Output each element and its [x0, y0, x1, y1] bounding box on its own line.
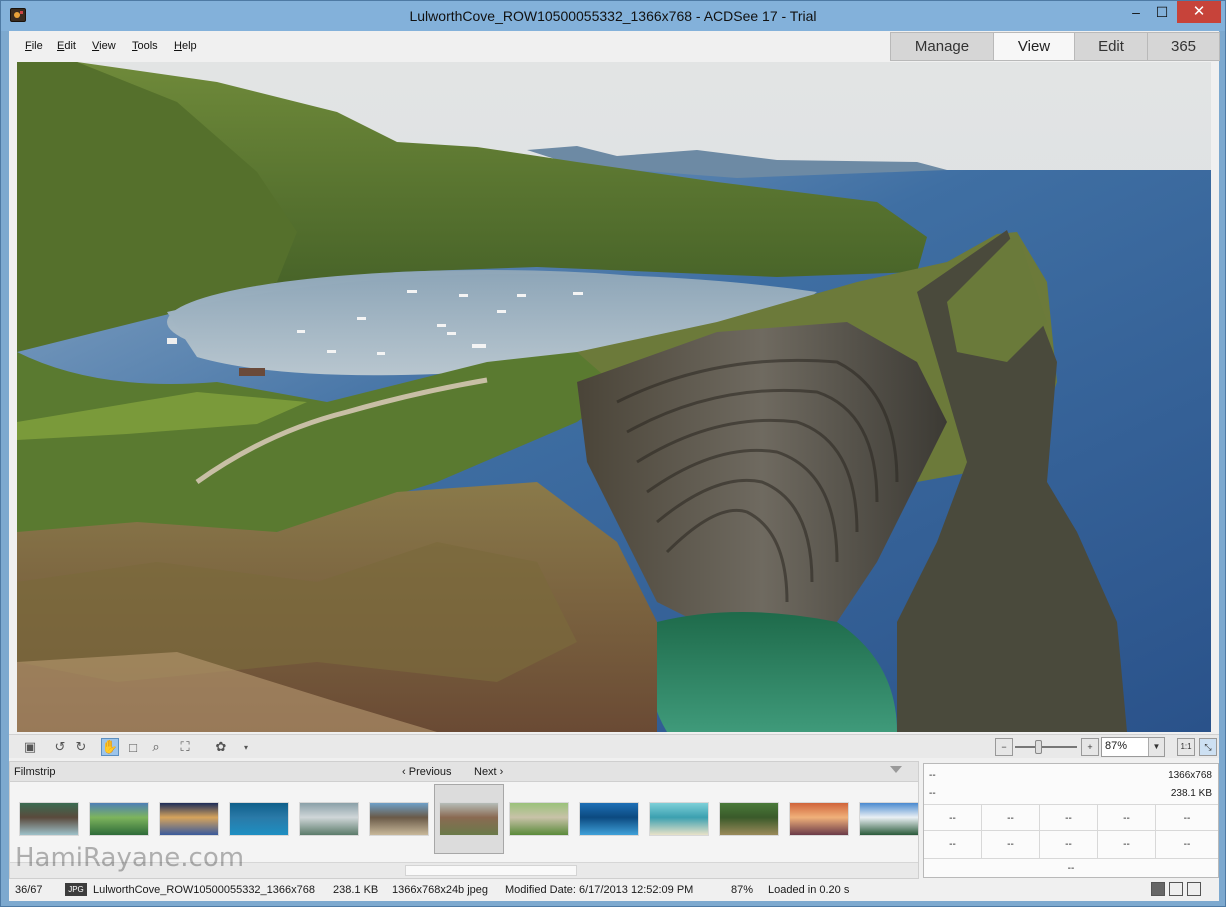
zoom-out-button[interactable]: −	[995, 738, 1013, 756]
filmstrip-thumbnail[interactable]	[434, 784, 504, 854]
zoom-slider[interactable]	[1015, 746, 1077, 748]
checkmark-icon[interactable]	[1187, 882, 1201, 896]
tab-manage[interactable]: Manage	[890, 32, 994, 61]
collapse-icon[interactable]	[890, 766, 902, 773]
filmstrip-thumbnail[interactable]	[784, 784, 854, 854]
zoom-dropdown-icon[interactable]: ▼	[1148, 738, 1164, 756]
thumbnail-image	[719, 802, 779, 836]
filmstrip-thumbnail[interactable]	[504, 784, 574, 854]
hand-tool-icon[interactable]: ✋	[101, 738, 119, 756]
full-screen-icon[interactable]: ⛶	[176, 738, 194, 756]
status-bar: 36/67 JPG LulworthCove_ROW10500055332_13…	[9, 881, 1219, 899]
status-zoom: 87%	[731, 884, 754, 896]
menu-help[interactable]: Help	[174, 40, 197, 52]
rotate-left-icon[interactable]: ↺	[51, 738, 69, 756]
chevron-right-icon: ›	[496, 766, 504, 778]
zoom-combo[interactable]: 87% ▼	[1101, 737, 1165, 757]
filmstrip-title: Filmstrip	[14, 766, 56, 778]
window-title: LulworthCove_ROW10500055332_1366x768 - A…	[409, 8, 817, 24]
thumbnail-image	[509, 802, 569, 836]
edit-mode-icon[interactable]	[1169, 882, 1183, 896]
thumbnail-image	[229, 802, 289, 836]
status-load-time: Loaded in 0.20 s	[768, 884, 850, 896]
watermark-text: HamiRayane.com	[15, 843, 245, 873]
filmstrip-header: Filmstrip ‹ Previous Next ›	[10, 762, 918, 782]
filmstrip-thumbnail[interactable]	[574, 784, 644, 854]
filmstrip-thumbnail[interactable]	[714, 784, 784, 854]
thumbnail-image	[159, 802, 219, 836]
zoom-tool-icon[interactable]: ⌕	[147, 738, 165, 756]
tab-view[interactable]: View	[994, 32, 1075, 61]
thumbnail-image	[859, 802, 918, 836]
status-modified-date: Modified Date: 6/17/2013 12:52:09 PM	[505, 884, 694, 896]
close-button[interactable]: ✕	[1177, 1, 1221, 23]
fit-window-button[interactable]: ⤡	[1199, 738, 1217, 756]
fit-image-icon[interactable]: ▣	[21, 738, 39, 756]
image-dimensions: 1366x768	[1168, 770, 1212, 781]
app-window: LulworthCove_ROW10500055332_1366x768 - A…	[0, 0, 1226, 907]
image-filesize: 238.1 KB	[1170, 788, 1212, 799]
panel-toggle-icon[interactable]	[1151, 882, 1165, 896]
zoom-slider-thumb[interactable]	[1035, 740, 1042, 754]
status-filesize: 238.1 KB	[333, 884, 379, 896]
lulworth-cove-photo	[17, 62, 1211, 732]
maximize-button[interactable]: ☐	[1150, 1, 1174, 23]
zoom-value: 87%	[1105, 740, 1128, 752]
file-format-badge: JPG	[65, 883, 87, 896]
actual-size-button[interactable]: 1:1	[1177, 738, 1195, 756]
client-area: File Edit View Tools Help Manage View Ed…	[9, 31, 1220, 901]
thumbnail-image	[649, 802, 709, 836]
previous-button[interactable]: ‹ Previous	[402, 766, 452, 778]
scrollbar-thumb[interactable]	[405, 865, 577, 876]
filmstrip-thumbnail[interactable]	[644, 784, 714, 854]
filmstrip-thumbnail[interactable]	[854, 784, 918, 854]
tab-365[interactable]: 365	[1148, 32, 1220, 61]
info-exif-row-1: -- -- -- -- --	[924, 804, 1218, 833]
filmstrip-thumbnail[interactable]	[364, 784, 434, 854]
next-button[interactable]: Next ›	[474, 766, 503, 778]
info-exif-row-2: -- -- -- -- --	[924, 830, 1218, 859]
image-info-panel: -- 1366x768 -- 238.1 KB -- -- -- -- -- -…	[923, 763, 1219, 878]
menu-view[interactable]: View	[92, 40, 116, 52]
info-row-resolution: -- 1366x768	[929, 770, 1212, 781]
thumbnail-image	[369, 802, 429, 836]
thumbnail-image	[579, 802, 639, 836]
thumbnail-image	[439, 802, 499, 836]
image-viewer[interactable]	[17, 62, 1211, 732]
menu-bar: File Edit View Tools Help Manage View Ed…	[9, 31, 1220, 63]
chevron-down-icon[interactable]: ▾	[237, 738, 255, 756]
status-dimensions: 1366x768x24b jpeg	[392, 884, 489, 896]
zoom-in-button[interactable]: +	[1081, 738, 1099, 756]
mode-tabs: Manage View Edit 365	[890, 32, 1220, 61]
status-filename: LulworthCove_ROW10500055332_1366x768	[93, 884, 315, 896]
title-bar[interactable]: LulworthCove_ROW10500055332_1366x768 - A…	[1, 1, 1225, 31]
menu-tools[interactable]: Tools	[132, 40, 158, 52]
minimize-button[interactable]: –	[1124, 1, 1148, 23]
thumbnail-image	[789, 802, 849, 836]
thumbnail-image	[299, 802, 359, 836]
info-bottom-field: --	[924, 858, 1218, 878]
chevron-left-icon: ‹	[402, 766, 409, 778]
thumbnail-image	[19, 802, 79, 836]
menu-edit[interactable]: Edit	[57, 40, 76, 52]
status-position: 36/67	[15, 884, 43, 896]
info-row-filesize: -- 238.1 KB	[929, 788, 1212, 799]
menu-file[interactable]: File	[25, 40, 43, 52]
select-tool-icon[interactable]: □	[124, 738, 142, 756]
filmstrip-thumbnail[interactable]	[294, 784, 364, 854]
palette-icon[interactable]: ✿	[212, 738, 230, 756]
tab-edit[interactable]: Edit	[1075, 32, 1148, 61]
thumbnail-image	[89, 802, 149, 836]
rotate-right-icon[interactable]: ↻	[72, 738, 90, 756]
viewer-toolbar: ▣ ↺ ↻ ✋ □ ⌕ ⛶ ✿ ▾ − + 87% ▼ 1:1 ⤡	[9, 734, 1219, 758]
